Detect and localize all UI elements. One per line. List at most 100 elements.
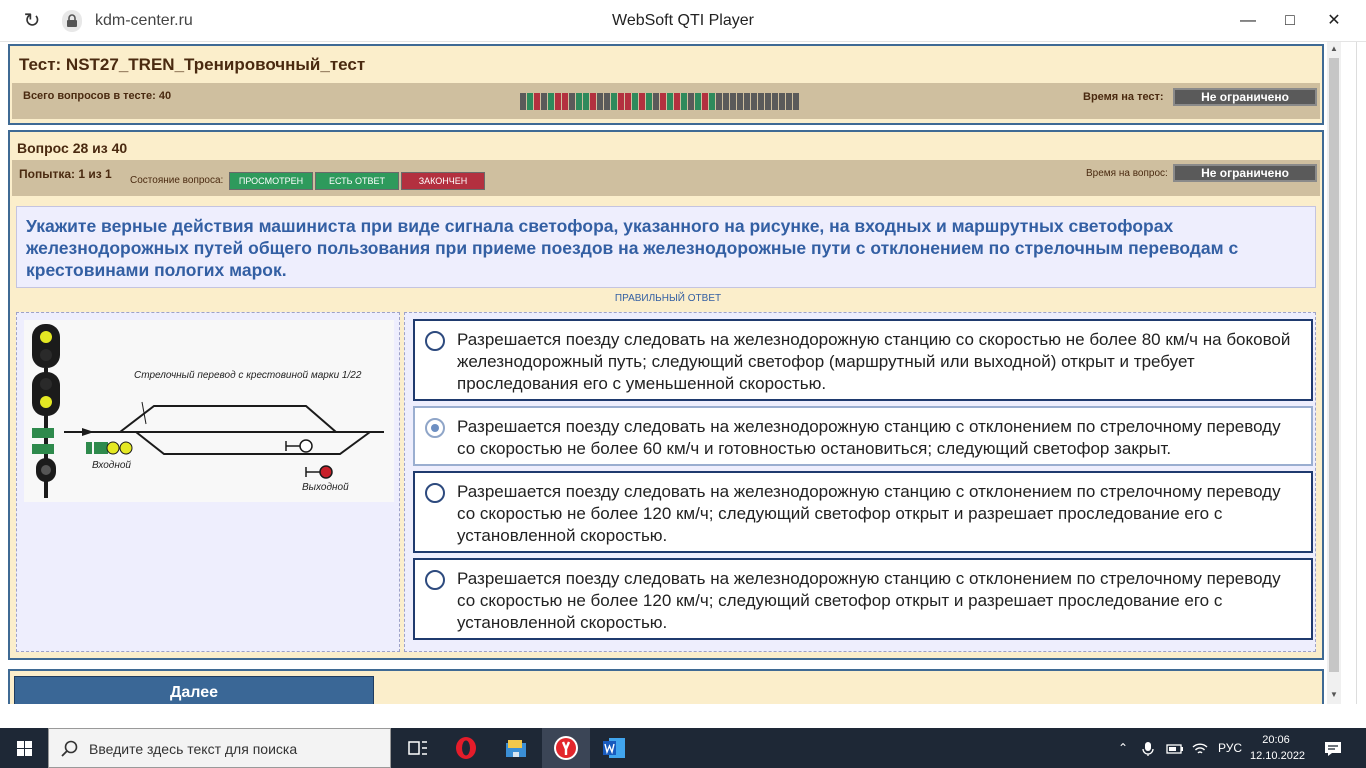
question-number: Вопрос 28 из 40 — [17, 140, 128, 156]
question-progress-cell[interactable] — [639, 93, 645, 110]
test-info-bar: Всего вопросов в тесте: 40 Время на тест… — [12, 83, 1320, 119]
answer-option-text: Разрешается поезду следовать на железнод… — [457, 482, 1281, 545]
question-progress-cell[interactable] — [534, 93, 540, 110]
question-progress-cell[interactable] — [744, 93, 750, 110]
tray-overflow-icon[interactable]: ⌃ — [1118, 728, 1128, 768]
question-progress-cell[interactable] — [576, 93, 582, 110]
question-progress-cell[interactable] — [730, 93, 736, 110]
taskbar-search-box[interactable]: Введите здесь текст для поиска — [48, 728, 391, 768]
question-progress-cell[interactable] — [646, 93, 652, 110]
question-progress-cell[interactable] — [660, 93, 666, 110]
task-view-icon[interactable] — [394, 728, 442, 768]
lock-icon[interactable] — [62, 10, 82, 32]
battery-icon[interactable] — [1166, 728, 1184, 768]
signal-diagram: Стрелочный перевод с крестовиной марки 1… — [24, 320, 394, 502]
answer-option-4[interactable]: Разрешается поезду следовать на железнод… — [413, 558, 1313, 640]
question-progress-cell[interactable] — [597, 93, 603, 110]
question-progress-cell[interactable] — [786, 93, 792, 110]
question-progress-cell[interactable] — [625, 93, 631, 110]
keyboard-language[interactable]: РУС — [1218, 728, 1242, 768]
search-placeholder: Введите здесь текст для поиска — [89, 741, 298, 757]
question-progress-cell[interactable] — [611, 93, 617, 110]
question-progress-cell[interactable] — [681, 93, 687, 110]
question-progress-cell[interactable] — [583, 93, 589, 110]
question-progress-cell[interactable] — [527, 93, 533, 110]
question-progress-cell[interactable] — [674, 93, 680, 110]
question-panel: Вопрос 28 из 40 Попытка: 1 из 1 Состояни… — [8, 130, 1324, 660]
answer-option-2[interactable]: Разрешается поезду следовать на железнод… — [413, 406, 1313, 466]
page-domain: kdm-center.ru — [95, 12, 193, 29]
search-icon — [61, 740, 78, 757]
question-progress-cell[interactable] — [569, 93, 575, 110]
network-icon[interactable] — [1192, 728, 1208, 768]
question-progress-cell[interactable] — [632, 93, 638, 110]
diagram-switch-label: Стрелочный перевод с крестовиной марки 1… — [134, 370, 362, 381]
minimize-icon[interactable]: — — [1232, 8, 1264, 34]
question-progress-cell[interactable] — [555, 93, 561, 110]
answer-option-text: Разрешается поезду следовать на железнод… — [457, 330, 1291, 393]
browser-title-bar: ↻ kdm-center.ru WebSoft QTI Player — □ ✕ — [0, 0, 1366, 42]
close-icon[interactable]: ✕ — [1318, 8, 1350, 34]
question-progress-cell[interactable] — [709, 93, 715, 110]
state-badge-finished: ЗАКОНЧЕН — [401, 172, 485, 190]
radio-button[interactable] — [425, 331, 445, 351]
state-badge-viewed: ПРОСМОТРЕН — [229, 172, 313, 190]
question-progress-cell[interactable] — [723, 93, 729, 110]
word-icon[interactable] — [590, 728, 638, 768]
radio-button[interactable] — [425, 570, 445, 590]
question-progress-cell[interactable] — [604, 93, 610, 110]
question-progress-cell[interactable] — [758, 93, 764, 110]
answer-option-3[interactable]: Разрешается поезду следовать на железнод… — [413, 471, 1313, 553]
question-state-label: Состояние вопроса: — [130, 175, 224, 186]
answer-option-text: Разрешается поезду следовать на железнод… — [457, 569, 1281, 632]
opera-icon[interactable] — [442, 728, 490, 768]
question-progress-cell[interactable] — [702, 93, 708, 110]
microphone-icon[interactable] — [1142, 728, 1154, 768]
scroll-up-icon[interactable]: ▲ — [1327, 42, 1341, 56]
maximize-icon[interactable]: □ — [1274, 8, 1306, 34]
question-progress-cell[interactable] — [590, 93, 596, 110]
question-progress-cell[interactable] — [751, 93, 757, 110]
question-progress-cell[interactable] — [618, 93, 624, 110]
windows-start-icon[interactable] — [0, 728, 48, 768]
question-progress-cell[interactable] — [695, 93, 701, 110]
question-progress-cell[interactable] — [688, 93, 694, 110]
question-time-label: Время на вопрос: — [1086, 168, 1168, 179]
question-progress-cell[interactable] — [520, 93, 526, 110]
navigation-panel: Далее — [8, 669, 1324, 704]
question-progress-cell[interactable] — [716, 93, 722, 110]
next-button[interactable]: Далее — [14, 676, 374, 704]
yandex-browser-icon[interactable] — [542, 728, 590, 768]
question-progress-cell[interactable] — [765, 93, 771, 110]
scrollbar-thumb[interactable] — [1329, 58, 1339, 672]
file-explorer-icon[interactable] — [492, 728, 540, 768]
answer-option-1[interactable]: Разрешается поезду следовать на железнод… — [413, 319, 1313, 401]
page-scrollbar[interactable]: ▲ ▼ — [1327, 42, 1341, 704]
state-badge-answered: ЕСТЬ ОТВЕТ — [315, 172, 399, 190]
question-text-box: Укажите верные действия машиниста при ви… — [16, 206, 1316, 288]
test-title: Тест: NST27_TREN_Тренировочный_тест — [19, 55, 366, 74]
question-progress-cell[interactable] — [548, 93, 554, 110]
scroll-down-icon[interactable]: ▼ — [1327, 688, 1341, 702]
radio-button[interactable] — [425, 483, 445, 503]
question-progress-cell[interactable] — [667, 93, 673, 110]
refresh-icon[interactable]: ↻ — [18, 9, 46, 33]
clock-date: 12.10.2022 — [1250, 750, 1306, 762]
question-progress-cell[interactable] — [779, 93, 785, 110]
windows-taskbar: Введите здесь текст для поиска ⌃ РУС 20:… — [0, 728, 1366, 768]
question-progress-cell[interactable] — [793, 93, 799, 110]
question-progress-cell[interactable] — [653, 93, 659, 110]
radio-button-selected[interactable] — [425, 418, 445, 438]
question-progress-cell[interactable] — [541, 93, 547, 110]
total-questions-label: Всего вопросов в тесте: 40 — [23, 90, 172, 102]
question-progress-cell[interactable] — [562, 93, 568, 110]
system-clock[interactable]: 20:06 12.10.2022 — [1250, 732, 1306, 764]
window-title: WebSoft QTI Player — [612, 12, 754, 29]
question-progress-cell[interactable] — [737, 93, 743, 110]
signal-head-upper — [32, 324, 60, 368]
diagram-entry-label: Входной — [92, 460, 131, 471]
question-progress-cell[interactable] — [772, 93, 778, 110]
notifications-icon[interactable] — [1324, 728, 1342, 768]
attempt-label: Попытка: 1 из 1 — [19, 167, 112, 181]
qti-player: Тест: NST27_TREN_Тренировочный_тест Всег… — [8, 42, 1326, 704]
